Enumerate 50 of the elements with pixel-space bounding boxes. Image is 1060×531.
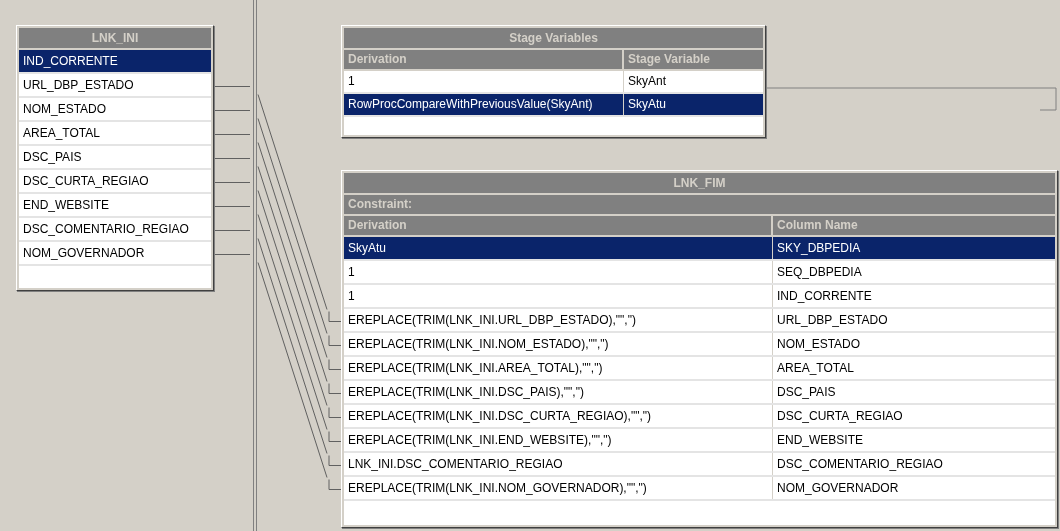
table-row[interactable]: NOM_ESTADO [19, 98, 211, 122]
table-row[interactable]: DSC_COMENTARIO_REGIAO [19, 218, 211, 242]
table-row[interactable]: RowProcCompareWithPreviousValue(SkyAnt) SkyAtu [344, 94, 763, 117]
table-cell-text: NOM_GOVERNADOR [776, 480, 900, 497]
table-row[interactable]: 1 SEQ_DBPEDIA [344, 261, 1055, 285]
table-cell-text: SEQ_DBPEDIA [776, 264, 863, 281]
table-cell: EREPLACE(TRIM(LNK_INI.URL_DBP_ESTADO),"",") [344, 309, 773, 331]
table-cell: SkyAtu [344, 237, 773, 259]
table-row[interactable]: LNK_INI.DSC_COMENTARIO_REGIAO DSC_COMENTARIO_REGIAO [344, 453, 1055, 477]
table-cell: EREPLACE(TRIM(LNK_INI.END_WEBSITE),"",") [344, 429, 773, 451]
table-row[interactable]: EREPLACE(TRIM(LNK_INI.AREA_TOTAL),"",") AREA_TOTAL [344, 357, 1055, 381]
table-cell-text: SkyAtu [627, 96, 667, 113]
table-cell-text: SKY_DBPEDIA [776, 240, 862, 257]
table-cell-text: AREA_TOTAL [776, 360, 855, 377]
table-cell: LNK_INI.DSC_COMENTARIO_REGIAO [344, 453, 773, 475]
table-cell: EREPLACE(TRIM(LNK_INI.DSC_CURTA_REGIAO),"",") [344, 405, 773, 427]
table-title: LNK_FIM [344, 173, 1055, 195]
table-cell-text: SkyAnt [627, 73, 667, 90]
table-cell-text: END_WEBSITE [776, 432, 864, 449]
table-cell-text: IND_CORRENTE [776, 288, 873, 305]
table-cell: 1 [344, 261, 773, 283]
table-row[interactable]: NOM_GOVERNADOR [19, 242, 211, 266]
table-row[interactable]: EREPLACE(TRIM(LNK_INI.DSC_PAIS),"",") DSC_PAIS [344, 381, 1055, 405]
table-cell: EREPLACE(TRIM(LNK_INI.NOM_ESTADO),"",") [344, 333, 773, 355]
table-cell: EREPLACE(TRIM(LNK_INI.DSC_PAIS),"",") [344, 381, 773, 403]
table-row[interactable]: AREA_TOTAL [19, 122, 211, 146]
table-cell: 1 [344, 71, 624, 92]
table-row[interactable]: EREPLACE(TRIM(LNK_INI.DSC_CURTA_REGIAO),"",") DSC_CURTA_REGIAO [344, 405, 1055, 429]
table-row[interactable]: DSC_CURTA_REGIAO [19, 170, 211, 194]
table-row[interactable]: SkyAtu SKY_DBPEDIA [344, 237, 1055, 261]
table-cell-text: DSC_COMENTARIO_REGIAO [776, 456, 944, 473]
table-row[interactable]: IND_CORRENTE [19, 50, 211, 74]
table-row[interactable]: 1 IND_CORRENTE [344, 285, 1055, 309]
table-cell-text: URL_DBP_ESTADO [776, 312, 889, 329]
table-cell: EREPLACE(TRIM(LNK_INI.NOM_GOVERNADOR),"",") [344, 477, 773, 499]
table-row[interactable]: EREPLACE(TRIM(LNK_INI.NOM_ESTADO),"",") NOM_ESTADO [344, 333, 1055, 357]
table-cell-text: DSC_PAIS [776, 384, 837, 401]
table-cell-text: DSC_CURTA_REGIAO [776, 408, 904, 425]
table-title: LNK_INI [19, 28, 211, 50]
table-title: Stage Variables [344, 28, 763, 50]
table-row[interactable]: EREPLACE(TRIM(LNK_INI.NOM_GOVERNADOR),"",") NOM_GOVERNADOR [344, 477, 1055, 501]
table-row[interactable]: END_WEBSITE [19, 194, 211, 218]
table-cell: EREPLACE(TRIM(LNK_INI.AREA_TOTAL),"",") [344, 357, 773, 379]
table-row[interactable]: URL_DBP_ESTADO [19, 74, 211, 98]
table-cell-text: NOM_ESTADO [776, 336, 862, 353]
table-cell: 1 [344, 285, 773, 307]
table-cell: RowProcCompareWithPreviousValue(SkyAnt) [344, 94, 624, 115]
table-row[interactable]: DSC_PAIS [19, 146, 211, 170]
table-row[interactable]: EREPLACE(TRIM(LNK_INI.URL_DBP_ESTADO),"",") URL_DBP_ESTADO [344, 309, 1055, 333]
table-row[interactable]: EREPLACE(TRIM(LNK_INI.END_WEBSITE),"",") END_WEBSITE [344, 429, 1055, 453]
